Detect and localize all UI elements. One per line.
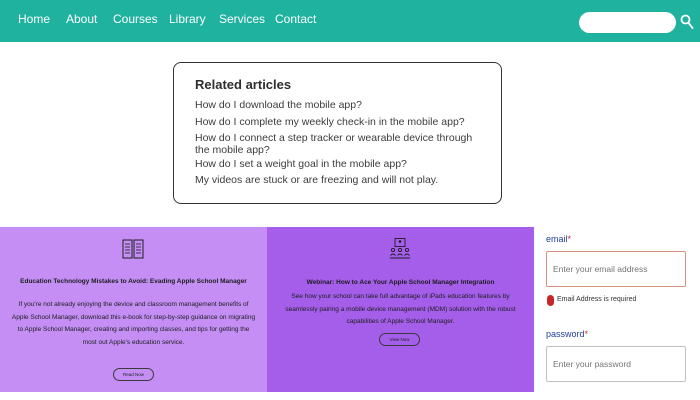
password-required-mark: * [584, 329, 589, 339]
password-field[interactable] [546, 346, 686, 382]
related-articles-card: Related articles How do I download the m… [173, 62, 502, 204]
top-nav: Home About Courses Library Services Cont… [0, 0, 700, 42]
book-icon [122, 239, 144, 259]
email-error-text: Email Address is required [557, 296, 637, 303]
promo-title-webinar: Webinar: How to Ace Your Apple School Ma… [306, 279, 495, 286]
search-input[interactable] [579, 12, 676, 33]
email-field[interactable] [546, 251, 686, 287]
nav-services[interactable]: Services [219, 12, 265, 26]
email-required-mark: * [567, 234, 572, 244]
article-link-step-tracker[interactable]: How do I connect a step tracker or weara… [195, 132, 485, 156]
email-label-text: email [546, 234, 568, 244]
password-label-text: password [546, 329, 585, 339]
webinar-icon [390, 238, 410, 259]
promo-panel-webinar: Webinar: How to Ace Your Apple School Ma… [267, 227, 534, 392]
promo-body-ebook: If you're not already enjoying the devic… [11, 301, 256, 346]
promo-body-webinar: See how your school can take full advant… [285, 293, 516, 325]
related-articles-title: Related articles [195, 77, 292, 92]
article-link-weight-goal[interactable]: How do I set a weight goal in the mobile… [195, 158, 495, 170]
promo-panel-ebook: Education Technology Mistakes to Avoid: … [0, 227, 267, 392]
nav-courses[interactable]: Courses [113, 12, 158, 26]
article-link-videos-stuck[interactable]: My videos are stuck or are freezing and … [195, 174, 495, 186]
search-icon[interactable] [680, 14, 694, 30]
email-label: email* [546, 234, 571, 244]
read-now-button[interactable]: Read Now [113, 368, 154, 381]
nav-contact[interactable]: Contact [275, 12, 316, 26]
error-icon [547, 295, 554, 306]
password-label: password* [546, 329, 588, 339]
article-link-download-app[interactable]: How do I download the mobile app? [195, 99, 495, 111]
nav-home[interactable]: Home [18, 12, 50, 26]
promo-title-ebook: Education Technology Mistakes to Avoid: … [20, 278, 247, 285]
view-now-button[interactable]: View Now [379, 333, 420, 346]
nav-library[interactable]: Library [169, 12, 206, 26]
nav-about[interactable]: About [66, 12, 97, 26]
article-link-weekly-checkin[interactable]: How do I complete my weekly check-in in … [195, 116, 495, 128]
